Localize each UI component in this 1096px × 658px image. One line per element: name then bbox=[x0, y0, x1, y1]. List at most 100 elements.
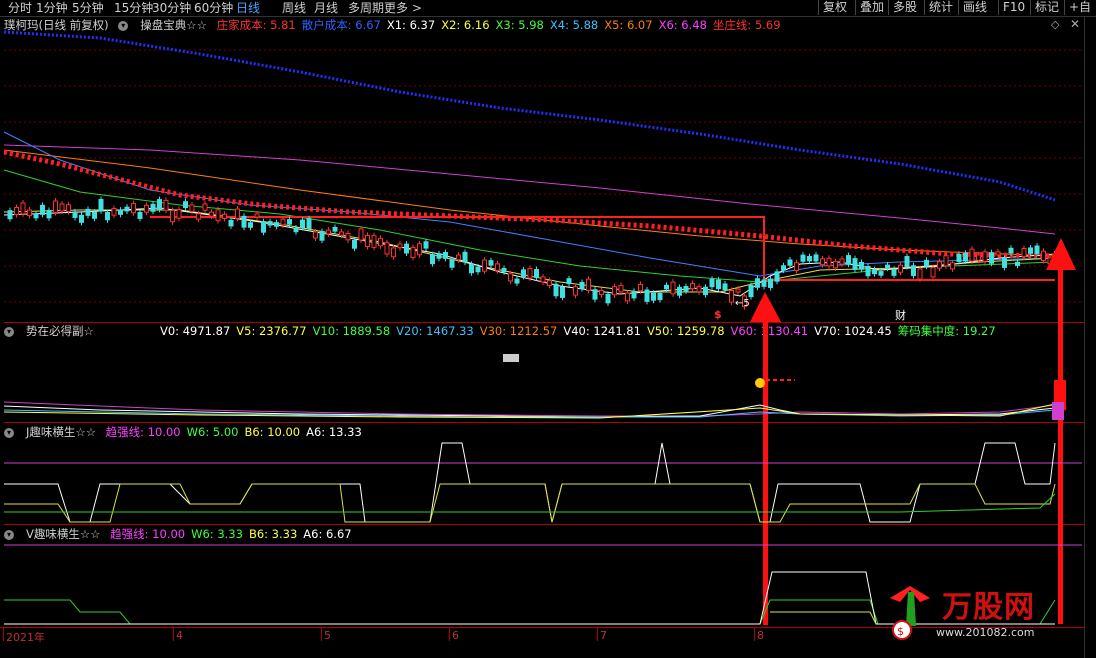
candle-body bbox=[365, 234, 370, 248]
candle-body bbox=[287, 219, 292, 225]
candle-body bbox=[150, 203, 156, 212]
logo-brand: 万股网 bbox=[942, 590, 1035, 625]
candle-body bbox=[950, 262, 955, 270]
candle-body bbox=[131, 203, 136, 214]
candle-body bbox=[839, 258, 845, 265]
candle-body bbox=[872, 269, 877, 275]
candle-body bbox=[222, 213, 227, 219]
candle-body bbox=[417, 243, 422, 256]
candle-body bbox=[33, 213, 39, 219]
candle-body bbox=[79, 214, 84, 223]
candle-body bbox=[969, 248, 975, 262]
j-green-line bbox=[4, 493, 1056, 513]
chart-canvas bbox=[3, 30, 1082, 625]
candle-body bbox=[768, 278, 773, 288]
x-axis-label: 7 bbox=[600, 629, 607, 642]
candle-body bbox=[1041, 250, 1046, 262]
candle-body bbox=[124, 206, 130, 212]
candle-body bbox=[111, 208, 117, 216]
candle-body bbox=[833, 261, 838, 269]
candle-body bbox=[618, 284, 624, 293]
candle-body bbox=[943, 255, 949, 267]
candle-body bbox=[280, 218, 286, 226]
candle-body bbox=[163, 199, 169, 211]
candle-body bbox=[729, 289, 734, 303]
candle-body bbox=[293, 227, 299, 233]
candle-body bbox=[521, 269, 526, 277]
svg-text:$: $ bbox=[897, 625, 904, 638]
candle-body bbox=[976, 254, 981, 261]
candle-body bbox=[982, 251, 988, 262]
candle-body bbox=[475, 266, 481, 273]
candle-body bbox=[755, 278, 760, 288]
candle-body bbox=[371, 235, 377, 248]
candle-body bbox=[677, 286, 682, 296]
logo-icon: $ bbox=[890, 586, 930, 640]
candle-body bbox=[631, 290, 637, 299]
candle-body bbox=[612, 286, 617, 296]
candle-body bbox=[274, 222, 279, 227]
candle-body bbox=[605, 293, 611, 304]
candle-body bbox=[98, 198, 104, 212]
candle-body bbox=[774, 271, 780, 282]
candle-body bbox=[852, 258, 858, 270]
sell-marker-icon bbox=[755, 378, 765, 388]
candle-body bbox=[248, 222, 253, 228]
candle-body bbox=[443, 252, 448, 259]
candle-body bbox=[235, 208, 240, 219]
x-axis-label: 5 bbox=[324, 629, 331, 642]
candle-body bbox=[553, 283, 559, 297]
candle-body bbox=[495, 263, 500, 271]
candle-body bbox=[215, 209, 221, 222]
candle-body bbox=[709, 278, 715, 288]
candle-body bbox=[319, 230, 325, 241]
candle-body bbox=[696, 286, 702, 293]
candle-body bbox=[625, 292, 630, 302]
j-white-line bbox=[4, 442, 1056, 523]
candle-body bbox=[66, 204, 71, 213]
candle-body bbox=[846, 255, 851, 265]
x-axis-label: 6 bbox=[452, 629, 459, 642]
candle-body bbox=[592, 289, 598, 300]
candle-body bbox=[911, 265, 916, 277]
candle-body bbox=[800, 254, 806, 262]
candle-body bbox=[891, 268, 897, 276]
candle-body bbox=[670, 281, 676, 295]
candle-body bbox=[430, 254, 435, 265]
red-arrow-august bbox=[750, 292, 781, 625]
candle-body bbox=[794, 262, 799, 272]
candle-body bbox=[1002, 258, 1007, 268]
j-yellow-line bbox=[4, 483, 1056, 523]
logo-url: www.201082.com bbox=[936, 626, 1035, 639]
candle-body bbox=[20, 202, 26, 215]
candle-body bbox=[53, 200, 58, 213]
candle-body bbox=[241, 215, 247, 228]
candle-body bbox=[456, 254, 461, 261]
volume-marker-box bbox=[503, 354, 519, 362]
candle-body bbox=[722, 283, 728, 291]
candle-body bbox=[339, 231, 344, 236]
candle-body bbox=[267, 221, 273, 226]
candle-body bbox=[930, 267, 936, 278]
candle-body bbox=[690, 282, 695, 290]
candle-body bbox=[937, 261, 942, 269]
candle-body bbox=[261, 221, 266, 233]
candle-body bbox=[566, 278, 572, 285]
cai-marker: 财 bbox=[895, 309, 906, 322]
candle-body bbox=[449, 259, 455, 268]
candle-body bbox=[599, 289, 604, 296]
candle-body bbox=[904, 256, 910, 268]
candle-body bbox=[781, 265, 786, 271]
candle-body bbox=[313, 231, 318, 239]
candle-body bbox=[183, 201, 188, 209]
candle-body bbox=[716, 279, 721, 290]
candle-body bbox=[664, 284, 669, 290]
candle-body bbox=[482, 259, 487, 272]
candle-body bbox=[826, 257, 832, 267]
candle-body bbox=[423, 241, 429, 249]
candle-body bbox=[956, 254, 962, 263]
candle-body bbox=[573, 286, 578, 296]
candle-body bbox=[345, 232, 351, 241]
candle-body bbox=[586, 278, 591, 291]
candle-body bbox=[820, 258, 825, 266]
